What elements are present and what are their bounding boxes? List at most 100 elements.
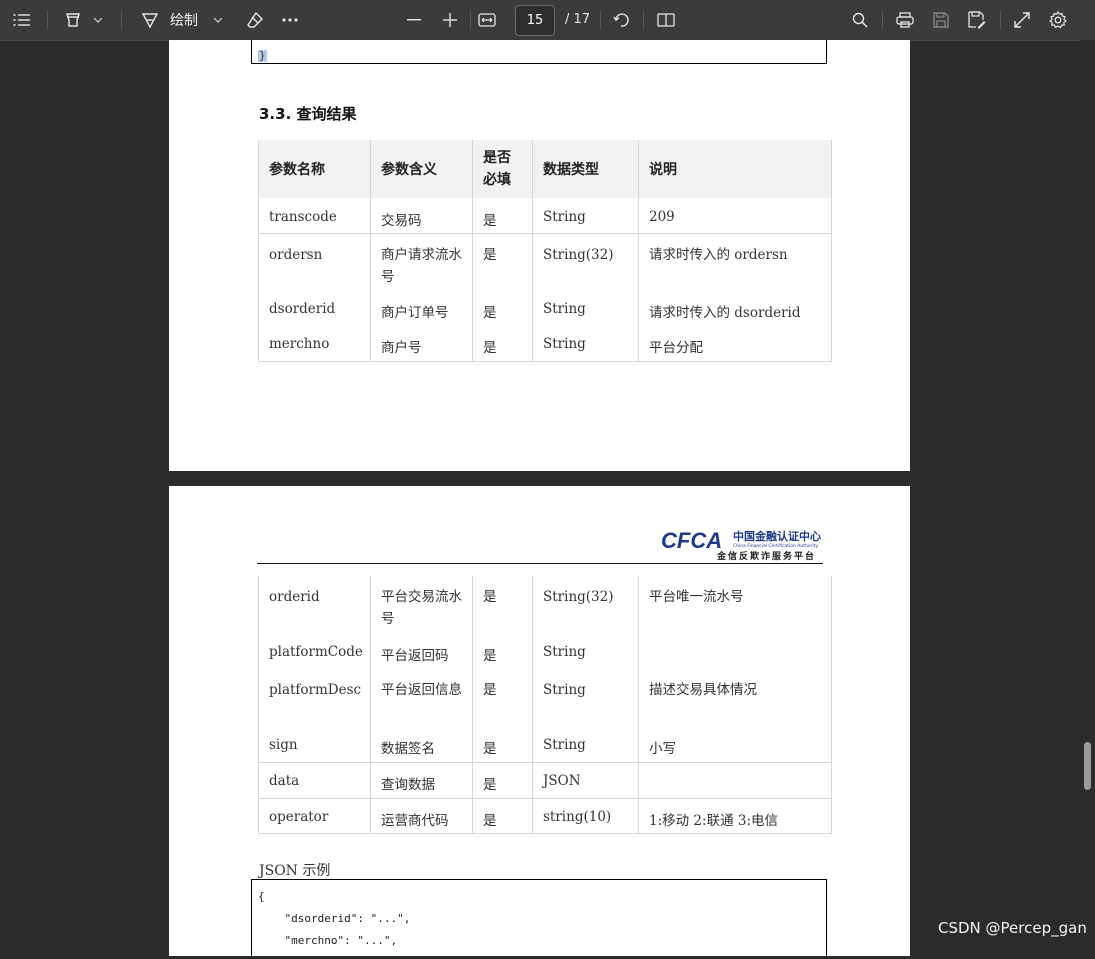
cell: dsorderid	[258, 291, 371, 326]
highlight-dropdown-chevron-down-icon[interactable]	[90, 8, 106, 32]
draw-icon[interactable]	[137, 8, 163, 32]
zoom-in-icon[interactable]	[439, 8, 461, 32]
header-cell: 参数名称	[258, 140, 371, 198]
selected-brace[interactable]: }	[258, 50, 267, 62]
highlight-icon[interactable]	[60, 8, 86, 32]
draw-dropdown-chevron-down-icon[interactable]	[210, 8, 226, 32]
logo-en: China Financial Certification Authority	[733, 543, 818, 549]
cell: data	[258, 762, 371, 798]
fullscreen-icon[interactable]	[1011, 8, 1033, 32]
table-row: dsorderid 商户订单号 是 String 请求时传入的 dsorderi…	[258, 291, 832, 326]
header-cell: 说明	[638, 140, 832, 198]
cell: orderid	[258, 576, 371, 634]
cell: 是	[472, 198, 533, 233]
cell: String	[532, 198, 639, 233]
json-code-block: { "dsorderid": "...", "merchno": "...",	[251, 879, 827, 959]
cell: 是	[472, 798, 533, 833]
cell: 是	[472, 669, 533, 727]
cell: 平台唯一流水号	[638, 576, 832, 634]
logo-sub: 金信反欺诈服务平台	[716, 550, 816, 562]
cell: 运营商代码	[370, 798, 473, 833]
table-row: data 查询数据 是 JSON	[258, 762, 832, 798]
cell: 描述交易具体情况	[638, 669, 832, 727]
pdf-page-16: CFCA 中国金融认证中心 China Financial Certificat…	[169, 486, 910, 959]
cell: 商户号	[370, 326, 473, 361]
header-cell: 数据类型	[532, 140, 639, 198]
result-params-table: 参数名称 参数含义 是否必填 数据类型 说明 transcode 交易码 是 S…	[258, 140, 832, 362]
cell: 请求时传入的 dsorderid	[638, 291, 832, 326]
cell: String	[532, 291, 639, 326]
logo-cn: 中国金融认证中心	[733, 529, 821, 543]
cell: 平台返回码	[370, 634, 473, 669]
cell: sign	[258, 727, 371, 762]
table-row: transcode 交易码 是 String 209	[258, 198, 832, 233]
table-row: platformDesc 平台返回信息 是 String 描述交易具体情况	[258, 669, 832, 727]
cell: operator	[258, 798, 371, 833]
cell: 商户订单号	[370, 291, 473, 326]
cell: 查询数据	[370, 762, 473, 798]
cell: 商户请求流水号	[370, 233, 473, 291]
cell: String(32)	[532, 576, 639, 634]
code-block-end: }	[251, 40, 827, 64]
print-icon[interactable]	[894, 8, 916, 32]
cell: 是	[472, 634, 533, 669]
vertical-scrollbar[interactable]	[1080, 40, 1095, 948]
zoom-out-icon[interactable]	[403, 8, 425, 32]
settings-gear-icon[interactable]	[1047, 8, 1069, 32]
cell	[638, 634, 832, 669]
cell: 请求时传入的 ordersn	[638, 233, 832, 291]
rotate-icon[interactable]	[610, 8, 632, 32]
csdn-watermark: CSDN @Percep_gan	[938, 919, 1087, 937]
draw-label[interactable]: 绘制	[168, 8, 200, 32]
fit-width-icon[interactable]	[476, 8, 498, 32]
table-header-row: 参数名称 参数含义 是否必填 数据类型 说明	[258, 140, 832, 198]
page-number-input[interactable]: 15	[515, 5, 555, 36]
cell: String	[532, 634, 639, 669]
cell: 小写	[638, 727, 832, 762]
cell: platformDesc	[258, 669, 371, 727]
code-line: "dsorderid": "...",	[258, 912, 411, 925]
cell: 平台返回信息	[370, 669, 473, 727]
cell: 是	[472, 727, 533, 762]
cell	[638, 762, 832, 798]
page-view-icon[interactable]	[655, 8, 677, 32]
section-title: 3.3. 查询结果	[259, 105, 357, 123]
cell: transcode	[258, 198, 371, 233]
logo-text: CFCA	[661, 528, 722, 553]
cell: string(10)	[532, 798, 639, 833]
scrollbar-thumb[interactable]	[1084, 742, 1091, 790]
cell: platformCode	[258, 634, 371, 669]
table-row: operator 运营商代码 是 string(10) 1:移动 2:联通 3:…	[258, 798, 832, 833]
save-as-icon[interactable]	[966, 8, 988, 32]
cell: 交易码	[370, 198, 473, 233]
cell: 平台分配	[638, 326, 832, 361]
more-options-icon[interactable]	[278, 8, 302, 32]
cell: JSON	[532, 762, 639, 798]
pdf-toolbar: 绘制 15 / 17	[0, 0, 1095, 41]
header-cell: 参数含义	[370, 140, 473, 198]
table-row: ordersn 商户请求流水号 是 String(32) 请求时传入的 orde…	[258, 233, 832, 291]
cell: 是	[472, 762, 533, 798]
cell: 数据签名	[370, 727, 473, 762]
cell: String(32)	[532, 233, 639, 291]
cell: 是	[472, 326, 533, 361]
cell: merchno	[258, 326, 371, 361]
eraser-icon[interactable]	[242, 8, 268, 32]
cell: 是	[472, 233, 533, 291]
cell: String	[532, 326, 639, 361]
code-line: "merchno": "...",	[258, 934, 398, 947]
cell: 1:移动 2:联通 3:电信	[638, 798, 832, 833]
page-total: / 17	[565, 12, 591, 27]
code-line: {	[258, 890, 265, 903]
table-row: merchno 商户号 是 String 平台分配	[258, 326, 832, 361]
cell: 是	[472, 291, 533, 326]
cell: String	[532, 727, 639, 762]
cell: String	[532, 669, 639, 727]
header-divider	[257, 563, 823, 564]
save-icon[interactable]	[930, 8, 952, 32]
search-icon[interactable]	[849, 8, 871, 32]
header-cell: 是否必填	[472, 140, 533, 198]
table-row: sign 数据签名 是 String 小写	[258, 727, 832, 762]
json-example-label: JSON 示例	[259, 863, 331, 879]
contents-icon[interactable]	[10, 8, 34, 32]
